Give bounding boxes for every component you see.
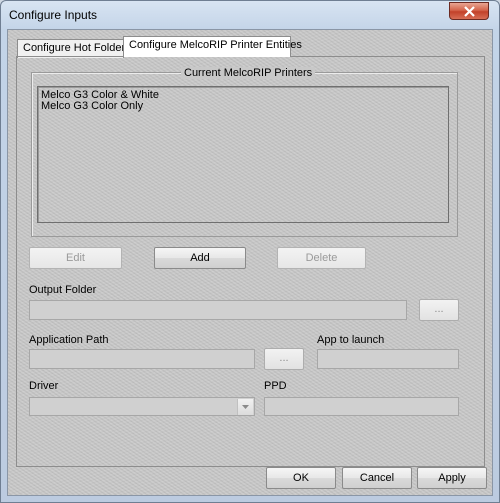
cancel-button[interactable]: Cancel — [342, 467, 412, 489]
edit-button[interactable]: Edit — [29, 247, 122, 269]
ok-button[interactable]: OK — [266, 467, 336, 489]
close-icon — [464, 6, 475, 17]
application-path-field[interactable] — [29, 349, 255, 369]
printers-list[interactable]: Melco G3 Color & White Melco G3 Color On… — [37, 86, 449, 223]
close-button[interactable] — [449, 2, 489, 20]
current-printers-label: Current MelcoRIP Printers — [181, 67, 316, 79]
app-to-launch-field[interactable] — [317, 349, 459, 369]
ppd-label: PPD — [264, 380, 287, 392]
add-button[interactable]: Add — [154, 247, 246, 269]
chevron-down-icon — [242, 405, 249, 409]
dropdown-arrow[interactable] — [237, 399, 253, 415]
apply-button[interactable]: Apply — [417, 467, 487, 489]
tab-label: Configure Hot Folders — [23, 42, 131, 54]
output-folder-label: Output Folder — [29, 284, 97, 296]
configure-inputs-window: Configure Inputs Configure Hot Folders C… — [0, 0, 500, 503]
tab-label: Configure MelcoRIP Printer Entities — [129, 39, 302, 51]
list-item[interactable]: Melco G3 Color Only — [41, 100, 143, 112]
output-folder-field[interactable] — [29, 300, 407, 320]
window-title: Configure Inputs — [9, 8, 98, 22]
delete-button[interactable]: Delete — [277, 247, 366, 269]
title-bar[interactable]: Configure Inputs — [1, 1, 499, 29]
output-folder-browse-button[interactable]: ... — [419, 299, 459, 321]
application-path-browse-button[interactable]: ... — [264, 348, 304, 370]
driver-label: Driver — [29, 380, 59, 392]
application-path-label: Application Path — [29, 334, 109, 346]
driver-select[interactable] — [29, 397, 255, 416]
app-to-launch-label: App to launch — [317, 334, 385, 346]
ppd-field[interactable] — [264, 397, 459, 416]
tab-configure-melcorip-printer-entities[interactable]: Configure MelcoRIP Printer Entities — [123, 36, 302, 57]
